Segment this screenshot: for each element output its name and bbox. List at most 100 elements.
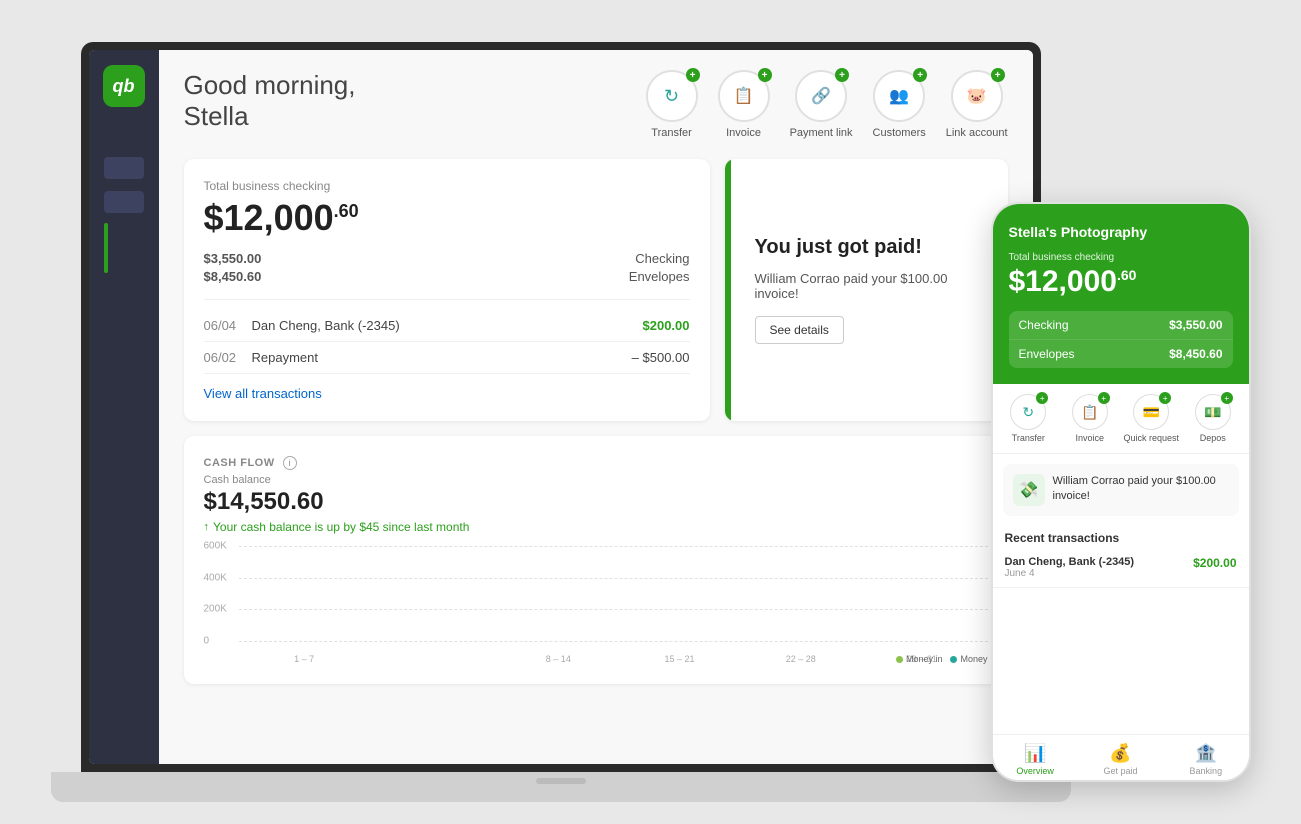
invoice-plus: + — [758, 68, 772, 82]
transfer-label: Transfer — [651, 127, 692, 139]
transfer-icon: ↻ — [664, 86, 679, 107]
phone-nav-getpaid-icon: 💰 — [1109, 743, 1131, 764]
quick-action-link-account[interactable]: 🐷 + Link account — [946, 70, 1008, 139]
phone-invoice-plus: + — [1098, 392, 1110, 404]
payment-icon: 🔗 — [811, 86, 831, 106]
notification-card: You just got paid! William Corrao paid y… — [725, 159, 1008, 421]
qb-logo-text: qb — [113, 76, 135, 97]
legend-money-out: Money — [950, 654, 987, 664]
y-label-400k: 400K — [204, 573, 227, 584]
x-label-2: 8 – 14 — [498, 654, 619, 664]
phone-transaction-1: Dan Cheng, Bank (-2345) June 4 $200.00 — [993, 548, 1249, 588]
phone-nav-getpaid[interactable]: 💰 Get paid — [1078, 743, 1163, 776]
transaction-1: 06/04 Dan Cheng, Bank (-2345) $200.00 — [204, 310, 690, 342]
phone-action-deposit[interactable]: 💵 + Depos — [1182, 394, 1244, 443]
customers-icon: 👥 — [889, 86, 909, 106]
sidebar-item-2[interactable] — [104, 191, 144, 213]
payment-icon-circle: 🔗 + — [795, 70, 847, 122]
phone-recent-title: Recent transactions — [993, 526, 1249, 548]
cashflow-header: CASH FLOW i — [204, 456, 988, 470]
quick-action-payment[interactable]: 🔗 + Payment link — [790, 70, 853, 139]
balance-amount: $12,000.60 — [204, 197, 690, 239]
grid-line-1 — [239, 546, 988, 547]
notif-title: You just got paid! — [745, 236, 922, 259]
phone-nav-banking-icon: 🏦 — [1195, 743, 1217, 764]
bar-chart: 600K 400K 200K 0 — [204, 544, 988, 664]
invoice-icon: 📋 — [734, 86, 754, 106]
phone-deposit-label: Depos — [1200, 433, 1226, 443]
x-axis-labels: 1 – 7 8 – 14 15 – 21 22 – 28 29 – 31 — [244, 654, 983, 664]
bars-container — [244, 549, 983, 644]
sidebar-active-indicator — [104, 223, 108, 273]
greeting-line1: Good morning, Stella — [184, 70, 356, 132]
phone-notification: 💸 William Corrao paid your $100.00 invoi… — [1003, 464, 1239, 516]
phone-transfer-label: Transfer — [1012, 433, 1045, 443]
envelopes-row: $8,450.60 Envelopes — [204, 269, 690, 284]
phone-transfer-plus: + — [1036, 392, 1048, 404]
phone: Stella's Photography Total business chec… — [991, 202, 1251, 782]
phone-trans-amount: $200.00 — [1193, 556, 1236, 570]
phone-invoice-icon: 📋 + — [1072, 394, 1108, 430]
view-all-link[interactable]: View all transactions — [204, 386, 690, 401]
phone-action-transfer[interactable]: ↻ + Transfer — [998, 394, 1060, 443]
phone-action-invoice[interactable]: 📋 + Invoice — [1059, 394, 1121, 443]
laptop-screen-outer: qb Good morning, St — [81, 42, 1041, 772]
phone-balance-label: Total business checking — [1009, 252, 1233, 263]
phone-notif-icon: 💸 — [1013, 474, 1045, 506]
balance-breakdown: $3,550.00 Checking $8,450.60 Envelopes — [204, 251, 690, 284]
see-details-button[interactable]: See details — [755, 316, 844, 344]
y-label-200k: 200K — [204, 604, 227, 615]
phone-header: Stella's Photography Total business chec… — [993, 204, 1249, 384]
quickbooks-logo: qb — [103, 65, 145, 107]
cashflow-balance-label: Cash balance — [204, 474, 988, 486]
phone-notif-text: William Corrao paid your $100.00 invoice… — [1053, 474, 1229, 505]
phone-invoice-label: Invoice — [1075, 433, 1104, 443]
chart-legend: Money in Money — [896, 654, 988, 664]
balance-card: Total business checking $12,000.60 $3,55… — [184, 159, 710, 421]
quick-action-customers[interactable]: 👥 + Customers — [873, 70, 926, 139]
phone-trans-left: Dan Cheng, Bank (-2345) June 4 — [1005, 556, 1135, 579]
transaction-2: 06/02 Repayment – $500.00 — [204, 342, 690, 374]
quick-actions-bar: ↻ + Transfer 📋 + Invoice — [646, 70, 1008, 139]
header: Good morning, Stella ↻ + Transfer — [184, 70, 1008, 139]
phone-action-quick-request[interactable]: 💳 + Quick request — [1121, 394, 1183, 443]
phone-deposit-plus: + — [1221, 392, 1233, 404]
phone-quick-actions: ↻ + Transfer 📋 + Invoice 💳 + — [993, 384, 1249, 454]
divider — [204, 299, 690, 300]
x-label-1: 1 – 7 — [244, 654, 365, 664]
phone-deposit-icon: 💵 + — [1195, 394, 1231, 430]
phone-nav-banking[interactable]: 🏦 Banking — [1163, 743, 1248, 776]
phone-balance-amount: $12,000.60 — [1009, 265, 1233, 299]
phone-nav-overview[interactable]: 📊 Overview — [993, 743, 1078, 776]
customers-icon-circle: 👥 + — [873, 70, 925, 122]
greeting: Good morning, Stella — [184, 70, 356, 132]
y-axis: 600K 400K 200K 0 — [204, 544, 239, 644]
y-label-0: 0 — [204, 636, 210, 647]
phone-nav-getpaid-label: Get paid — [1103, 766, 1137, 776]
link-account-label: Link account — [946, 127, 1008, 139]
sidebar: qb — [89, 50, 159, 764]
sidebar-item-1[interactable] — [104, 157, 144, 179]
payment-label: Payment link — [790, 127, 853, 139]
legend-money-in: Money in — [896, 654, 943, 664]
laptop-trackpad — [536, 778, 586, 784]
cashflow-card: CASH FLOW i Cash balance $14,550.60 ↑ Yo… — [184, 436, 1008, 684]
phone-nav-overview-icon: 📊 — [1024, 743, 1046, 764]
quick-action-invoice[interactable]: 📋 + Invoice — [718, 70, 770, 139]
transfer-plus: + — [686, 68, 700, 82]
y-label-600k: 600K — [204, 541, 227, 552]
link-account-icon-circle: 🐷 + — [951, 70, 1003, 122]
phone-bottom-nav: 📊 Overview 💰 Get paid 🏦 Banking — [993, 734, 1249, 780]
cashflow-info-icon[interactable]: i — [283, 456, 297, 470]
phone-transfer-icon: ↻ + — [1010, 394, 1046, 430]
sidebar-nav — [104, 157, 144, 213]
quick-action-transfer[interactable]: ↻ + Transfer — [646, 70, 698, 139]
up-arrow-icon: ↑ — [204, 521, 210, 533]
phone-accounts: Checking $3,550.00 Envelopes $8,450.60 — [1009, 311, 1233, 368]
notif-text: William Corrao paid your $100.00 invoice… — [745, 271, 988, 301]
laptop: qb Good morning, St — [51, 22, 1071, 802]
legend-green-dot — [896, 656, 903, 663]
transfer-icon-circle: ↻ + — [646, 70, 698, 122]
x-label-4: 22 – 28 — [740, 654, 861, 664]
payment-plus: + — [835, 68, 849, 82]
